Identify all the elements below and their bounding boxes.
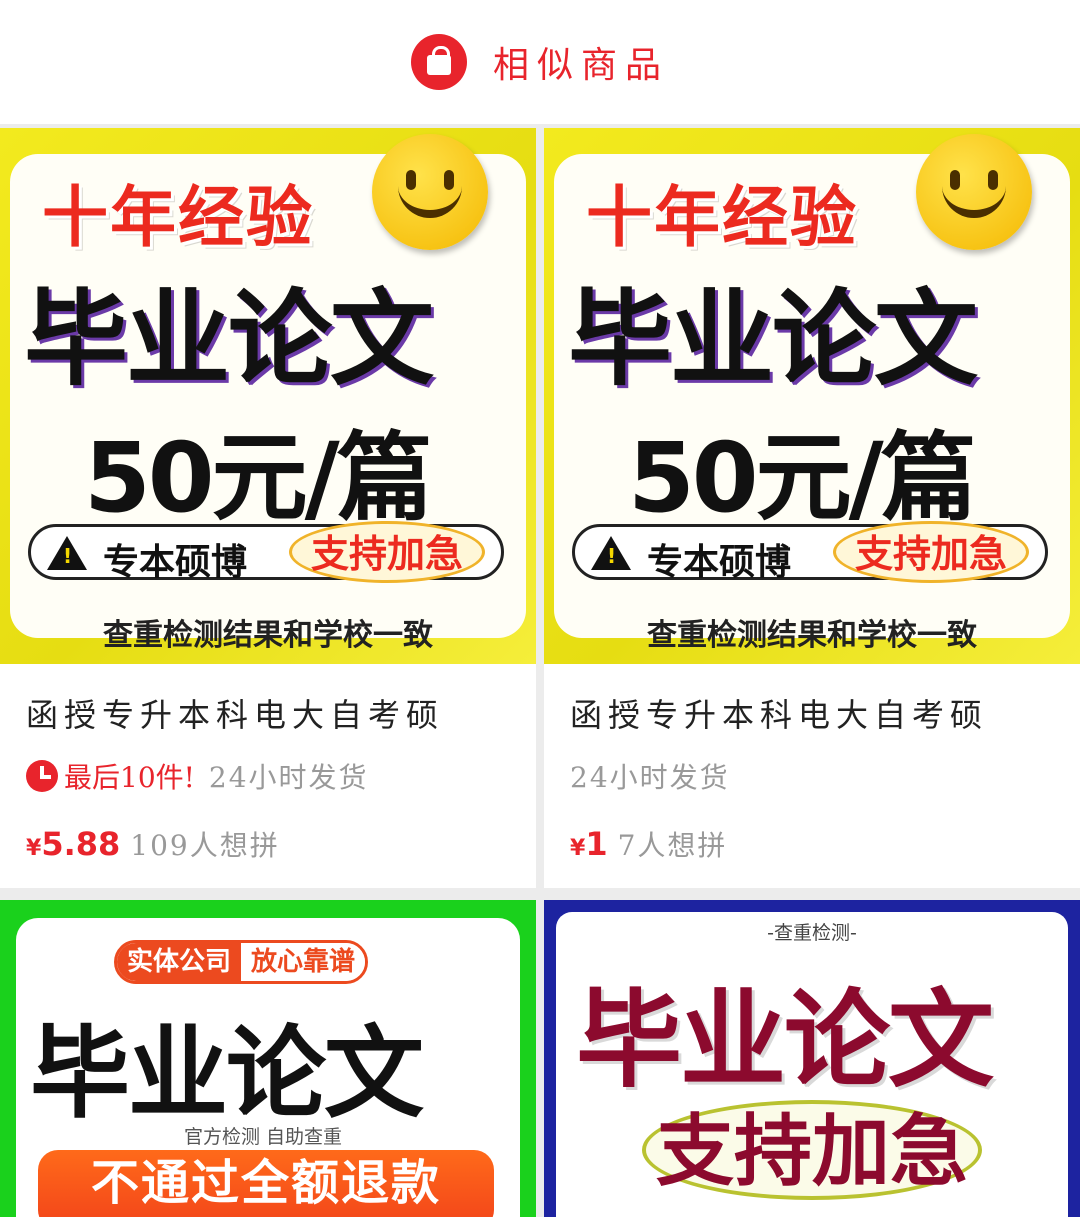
currency-symbol: ¥ [26, 836, 42, 861]
poster-headline: 毕业论文 [576, 979, 994, 1102]
product-name[interactable]: 函授专升本科电大自考硕 [26, 690, 444, 736]
poster-experience: 十年经验 [586, 179, 858, 256]
clock-icon [26, 760, 58, 792]
poster-badge: 实体公司 放心靠谱 [114, 940, 369, 984]
currency-symbol: ¥ [570, 836, 586, 861]
product-info: 函授专升本科电大自考硕 最后10件! 24小时发货 ¥5.88 109人想拼 [0, 664, 536, 888]
poster-levels-pill: 专本硕博 支持加急 [572, 521, 1048, 583]
smiley-icon [372, 134, 488, 250]
product-card[interactable]: 实体公司 放心靠谱 毕业论文 官方检测 自助查重 不通过全额退款 [0, 900, 536, 1217]
product-image[interactable]: 实体公司 放心靠谱 毕业论文 官方检测 自助查重 不通过全额退款 [0, 900, 536, 1217]
poster-rush: 支持加急 [642, 1100, 982, 1200]
poster-headline: 毕业论文 [30, 1015, 424, 1132]
price-line: ¥5.88 109人想拼 [26, 824, 280, 864]
poster-price: 50元/篇 [628, 422, 977, 534]
poster-levels: 专本硕博 [103, 542, 248, 583]
warning-icon [591, 536, 631, 570]
shipping-tag: 24小时发货 [570, 761, 730, 794]
product-card[interactable]: 十年经验 毕业论文 50元/篇 专本硕博 支持加急 查重检测结果和学校一致 函授… [0, 128, 536, 888]
product-image[interactable]: 十年经验 毕业论文 50元/篇 专本硕博 支持加急 查重检测结果和学校一致 [544, 128, 1080, 664]
poster-rush: 支持加急 [289, 521, 485, 583]
smiley-icon [916, 134, 1032, 250]
product-price: 5.88 [41, 825, 121, 863]
section-title: 相似商品 [492, 45, 669, 86]
poster-label: -查重检测- [767, 922, 857, 944]
poster-headline: 毕业论文 [24, 278, 434, 400]
stock-warning: 最后10件! [64, 761, 195, 794]
warning-icon [47, 536, 87, 570]
want-count: 7人想拼 [617, 829, 728, 862]
product-tags: 最后10件! 24小时发货 [26, 756, 369, 796]
poster-rush: 支持加急 [833, 521, 1029, 583]
poster-headline: 毕业论文 [568, 278, 978, 400]
product-card[interactable]: -查重检测- 毕业论文 支持加急 [544, 900, 1080, 1217]
want-count: 109人想拼 [130, 829, 280, 862]
product-info: 函授专升本科电大自考硕 24小时发货 ¥1 7人想拼 [544, 664, 1080, 888]
shopping-bag-icon [410, 34, 467, 90]
badge-right: 放心靠谱 [241, 943, 366, 981]
badge-left: 实体公司 [117, 943, 242, 981]
poster-levels-pill: 专本硕博 支持加急 [28, 521, 504, 583]
product-image[interactable]: 十年经验 毕业论文 50元/篇 专本硕博 支持加急 查重检测结果和学校一致 [0, 128, 536, 664]
price-line: ¥1 7人想拼 [570, 824, 727, 864]
poster-check-note: 查重检测结果和学校一致 [647, 618, 977, 653]
poster-subtext: 官方检测 自助查重 [184, 1126, 343, 1148]
product-price: 1 [585, 825, 608, 863]
product-card[interactable]: 十年经验 毕业论文 50元/篇 专本硕博 支持加急 查重检测结果和学校一致 函授… [544, 128, 1080, 888]
shipping-tag: 24小时发货 [208, 761, 369, 794]
poster-levels: 专本硕博 [647, 542, 792, 583]
similar-products-header: 相似商品 [0, 0, 1080, 124]
poster-price: 50元/篇 [84, 422, 433, 534]
product-image[interactable]: -查重检测- 毕业论文 支持加急 [544, 900, 1080, 1217]
poster-experience: 十年经验 [42, 179, 314, 256]
product-tags: 24小时发货 [570, 756, 730, 796]
product-name[interactable]: 函授专升本科电大自考硕 [570, 690, 988, 736]
poster-check-note: 查重检测结果和学校一致 [103, 618, 433, 653]
poster-refund-banner: 不通过全额退款 [38, 1150, 494, 1217]
